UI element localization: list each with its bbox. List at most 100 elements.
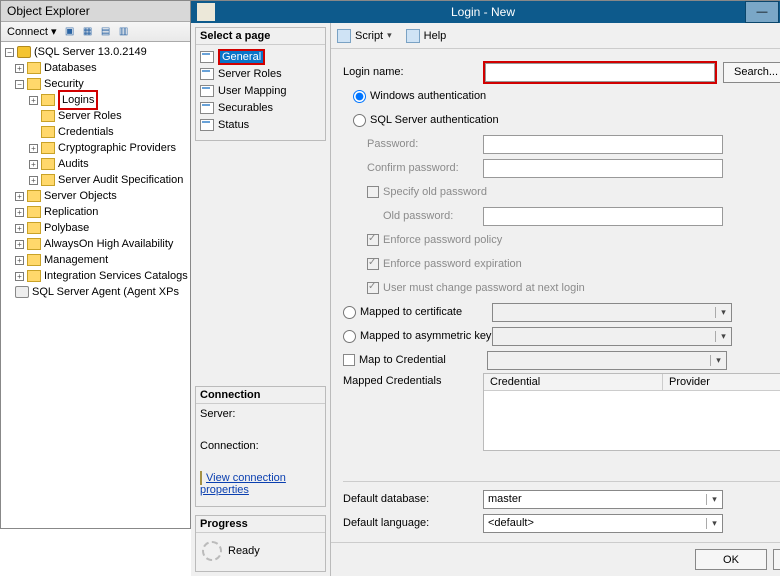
view-connection-properties-link[interactable]: View connection properties	[200, 472, 286, 496]
cancel-button[interactable]: Cancel	[773, 549, 780, 570]
map-credential-label: Map to Credential	[359, 354, 487, 366]
help-button[interactable]: Help	[424, 30, 447, 42]
page-securables[interactable]: Securables	[200, 100, 321, 116]
connection-label: Connection:	[200, 440, 321, 452]
minimize-button[interactable]: —	[745, 1, 779, 23]
expander-icon[interactable]: −	[15, 80, 24, 89]
map-cert-radio[interactable]	[343, 306, 356, 319]
password-input	[483, 135, 723, 154]
certificate-combo: ▾	[492, 303, 732, 322]
server-node[interactable]: (SQL Server 13.0.2149	[34, 44, 147, 60]
password-label: Password:	[343, 138, 483, 150]
page-server-roles[interactable]: Server Roles	[200, 66, 321, 82]
crypto-node[interactable]: Cryptographic Providers	[58, 140, 176, 156]
confirm-label: Confirm password:	[343, 162, 483, 174]
page-icon	[200, 85, 214, 97]
server-roles-node[interactable]: Server Roles	[58, 108, 122, 124]
login-name-input[interactable]	[485, 63, 715, 82]
mapped-credentials-label: Mapped Credentials	[343, 373, 483, 387]
expander-icon[interactable]: +	[15, 272, 24, 281]
default-lang-combo[interactable]: <default>▾	[483, 514, 723, 533]
expander-icon[interactable]: +	[15, 64, 24, 73]
expander-icon[interactable]: +	[15, 240, 24, 249]
enforce-expire-checkbox	[367, 258, 379, 270]
script-button[interactable]: Script	[355, 30, 383, 42]
search-button[interactable]: Search...	[723, 62, 780, 83]
object-explorer-toolbar: Connect ▾ ▣ ▦ ▤ ▥	[1, 22, 190, 42]
map-credential-checkbox[interactable]	[343, 354, 355, 366]
page-user-mapping[interactable]: User Mapping	[200, 83, 321, 99]
folder-icon	[41, 174, 55, 186]
sql-auth-label: SQL Server authentication	[370, 114, 499, 126]
toolbar-icon-2[interactable]: ▦	[81, 25, 95, 39]
folder-icon	[41, 126, 55, 138]
enforce-expire-label: Enforce password expiration	[383, 258, 522, 270]
chevron-down-icon[interactable]: ▾	[387, 30, 392, 41]
page-icon	[200, 68, 214, 80]
expander-icon[interactable]: −	[5, 48, 14, 57]
default-db-combo[interactable]: master▾	[483, 490, 723, 509]
object-explorer: Object Explorer Connect ▾ ▣ ▦ ▤ ▥ − (SQL …	[1, 1, 191, 528]
folder-icon	[27, 222, 41, 234]
expander-icon[interactable]: +	[29, 176, 38, 185]
ok-button[interactable]: OK	[695, 549, 767, 570]
expander-icon[interactable]: +	[29, 160, 38, 169]
page-status[interactable]: Status	[200, 117, 321, 133]
main-panel: Script ▾ Help Login name: Search... Win	[331, 23, 780, 576]
map-asym-label: Mapped to asymmetric key	[360, 330, 492, 342]
server-label: Server:	[200, 408, 321, 420]
object-explorer-title: Object Explorer	[1, 1, 190, 22]
progress-group: Progress Ready	[195, 515, 326, 572]
toolbar-icon-1[interactable]: ▣	[63, 25, 77, 39]
expander-icon[interactable]: +	[15, 224, 24, 233]
connection-group: Connection Server: Connection: View conn…	[195, 386, 326, 507]
isc-node[interactable]: Integration Services Catalogs	[44, 268, 188, 284]
expander-icon[interactable]: +	[15, 208, 24, 217]
progress-spinner-icon	[202, 541, 222, 561]
windows-auth-radio[interactable]	[353, 90, 366, 103]
connection-header: Connection	[196, 387, 325, 404]
agent-node[interactable]: SQL Server Agent (Agent XPs	[32, 284, 179, 300]
dialog-icon	[197, 3, 215, 21]
select-page-group: Select a page General Server Roles User …	[195, 27, 326, 141]
page-icon	[200, 51, 214, 63]
credentials-node[interactable]: Credentials	[58, 124, 114, 140]
enforce-policy-checkbox	[367, 234, 379, 246]
chevron-down-icon: ▾	[710, 355, 726, 366]
credential-combo: ▾	[487, 351, 727, 370]
login-dialog: Login - New — ▢ ✕ Select a page General …	[191, 1, 780, 528]
alwayson-node[interactable]: AlwaysOn High Availability	[44, 236, 173, 252]
chevron-down-icon: ▾	[715, 307, 731, 318]
default-db-label: Default database:	[343, 493, 483, 505]
replication-node[interactable]: Replication	[44, 204, 98, 220]
object-explorer-tree[interactable]: −(SQL Server 13.0.2149 +Databases −Secur…	[1, 42, 190, 528]
sql-auth-radio[interactable]	[353, 114, 366, 127]
chevron-down-icon[interactable]: ▾	[706, 494, 722, 505]
expander-icon[interactable]: +	[29, 144, 38, 153]
toolbar-icon-4[interactable]: ▥	[117, 25, 131, 39]
logins-node[interactable]: Logins	[58, 90, 98, 110]
expander-icon[interactable]: +	[29, 96, 38, 105]
server-objects-node[interactable]: Server Objects	[44, 188, 117, 204]
audit-spec-node[interactable]: Server Audit Specification	[58, 172, 183, 188]
expander-icon[interactable]: +	[15, 256, 24, 265]
must-change-checkbox	[367, 282, 379, 294]
connect-menu[interactable]: Connect ▾	[5, 24, 59, 39]
databases-node[interactable]: Databases	[44, 60, 97, 76]
dialog-title: Login - New	[221, 5, 745, 19]
folder-icon	[27, 270, 41, 282]
help-icon	[406, 29, 420, 43]
expander-icon[interactable]: +	[15, 192, 24, 201]
page-general[interactable]: General	[200, 49, 321, 65]
dialog-titlebar: Login - New — ▢ ✕	[191, 1, 780, 23]
audits-node[interactable]: Audits	[58, 156, 89, 172]
folder-icon	[41, 158, 55, 170]
chevron-down-icon[interactable]: ▾	[706, 518, 722, 529]
map-asym-radio[interactable]	[343, 330, 356, 343]
mapped-credentials-grid[interactable]: Credential Provider	[483, 373, 780, 451]
polybase-node[interactable]: Polybase	[44, 220, 89, 236]
folder-icon	[41, 142, 55, 154]
management-node[interactable]: Management	[44, 252, 108, 268]
toolbar-icon-3[interactable]: ▤	[99, 25, 113, 39]
progress-status: Ready	[228, 545, 260, 557]
